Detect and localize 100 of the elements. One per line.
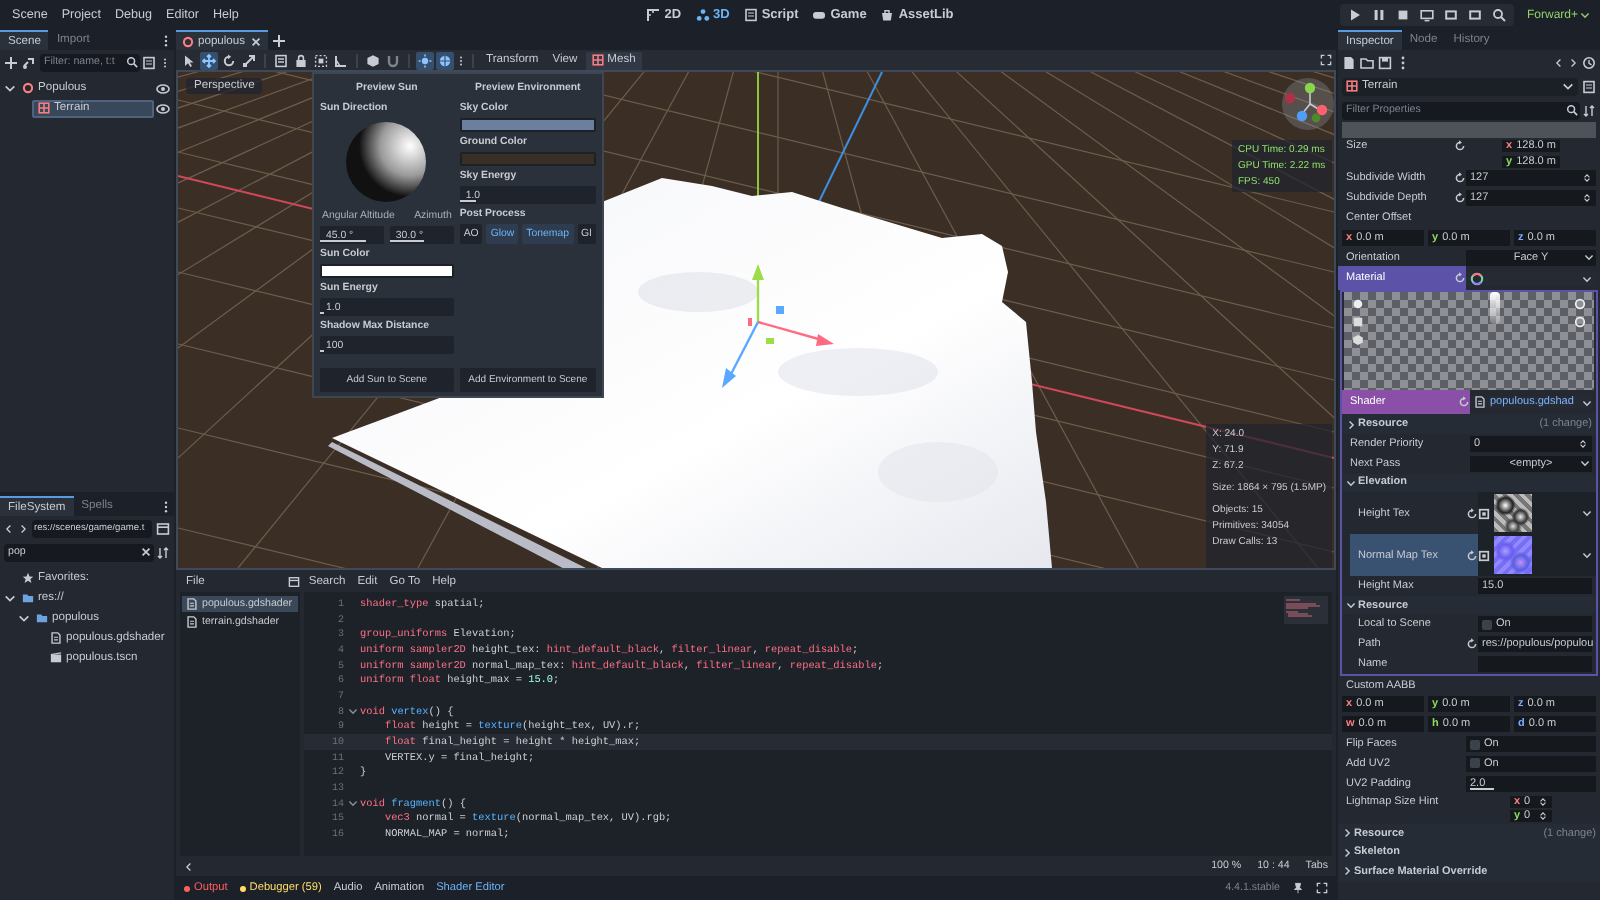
file-icon	[186, 616, 198, 628]
group-icon	[314, 53, 328, 67]
spinner-icon[interactable]	[1582, 192, 1592, 205]
expand-icon[interactable]	[1320, 54, 1332, 66]
text-field[interactable]	[1478, 655, 1592, 672]
sort-icon[interactable]	[156, 545, 170, 559]
fold-caret-icon[interactable]	[347, 798, 357, 809]
gamepad-icon	[812, 8, 827, 22]
snap-icon	[386, 53, 400, 67]
load-icon[interactable]	[1478, 549, 1490, 562]
revert-icon[interactable]	[1454, 172, 1466, 185]
plus-icon[interactable]	[271, 33, 286, 47]
caret-icon	[1580, 458, 1590, 469]
light-icon[interactable]	[1574, 316, 1586, 329]
layout-icon[interactable]	[156, 521, 170, 535]
stop-icon[interactable]	[1396, 8, 1411, 22]
forward-icon[interactable]	[1568, 55, 1578, 69]
history-icon[interactable]	[1582, 55, 1596, 69]
file-icon	[1474, 396, 1486, 409]
back-icon[interactable]	[1554, 55, 1564, 69]
caret-icon[interactable]	[18, 612, 30, 624]
caret-icon[interactable]	[1582, 508, 1592, 519]
menu-icon[interactable]	[160, 33, 172, 47]
list-icon	[274, 53, 288, 67]
toolbar-button[interactable]	[416, 51, 434, 69]
load-icon[interactable]	[1478, 507, 1490, 520]
toolbar-button[interactable]	[364, 51, 382, 69]
link-icon[interactable]	[22, 55, 36, 69]
lock-icon	[294, 53, 308, 67]
toolbar-button[interactable]	[180, 51, 198, 69]
bag-icon	[880, 8, 895, 22]
menu-icon[interactable]	[160, 499, 172, 513]
revert-icon[interactable]	[1466, 549, 1478, 562]
color-swatch[interactable]	[459, 118, 596, 132]
eye-icon[interactable]	[156, 101, 170, 115]
caret-icon[interactable]	[4, 592, 16, 604]
script-icon[interactable]	[1582, 79, 1596, 93]
pause-icon[interactable]	[1372, 8, 1387, 22]
material-icon	[1470, 271, 1484, 286]
caret-icon	[1580, 10, 1590, 20]
back-icon[interactable]	[4, 521, 14, 535]
orientation-gizmo[interactable]	[1282, 78, 1334, 130]
rotate-icon	[222, 53, 236, 67]
fold-caret-icon[interactable]	[347, 706, 357, 717]
texture-thumbnail[interactable]	[1494, 494, 1532, 533]
mesh-icon	[591, 54, 604, 66]
cube-icon[interactable]	[1352, 334, 1364, 347]
expand-icon[interactable]	[1316, 882, 1328, 894]
folder-icon[interactable]	[1360, 55, 1374, 69]
spinner-icon[interactable]	[1538, 795, 1549, 808]
script-icon	[743, 8, 758, 22]
nodes-icon	[695, 8, 710, 22]
select-icon	[182, 53, 196, 67]
highlight-shape	[1490, 292, 1500, 325]
texture-thumbnail[interactable]	[1494, 536, 1532, 575]
environment-icon	[438, 53, 452, 67]
close-icon[interactable]	[249, 35, 262, 47]
revert-icon[interactable]	[1454, 272, 1466, 285]
clapperboard-icon	[50, 652, 62, 664]
search-icon[interactable]	[1492, 8, 1507, 22]
color-swatch[interactable]	[459, 152, 596, 166]
light-icon[interactable]	[1352, 298, 1364, 311]
plus-icon[interactable]	[4, 55, 18, 69]
back-icon[interactable]	[184, 859, 194, 873]
sun-direction-sphere[interactable]	[346, 122, 427, 202]
caret-icon[interactable]	[1582, 550, 1592, 561]
revert-icon[interactable]	[1466, 638, 1478, 651]
revert-icon[interactable]	[1454, 192, 1466, 205]
menu-icon[interactable]	[1396, 55, 1410, 69]
spinner-icon[interactable]	[1578, 437, 1588, 450]
pin-icon[interactable]	[1292, 882, 1304, 894]
toolbar-button[interactable]	[200, 51, 218, 69]
eye-icon[interactable]	[156, 81, 170, 95]
spinner-icon[interactable]	[1582, 172, 1592, 185]
save-icon[interactable]	[1378, 55, 1392, 69]
circle-icon	[22, 82, 34, 94]
toolbar-button[interactable]	[292, 51, 310, 69]
forward-icon[interactable]	[18, 521, 28, 535]
monitor-icon[interactable]	[1420, 8, 1435, 22]
caret-icon	[1581, 397, 1592, 408]
resource-picker[interactable]	[1466, 271, 1596, 286]
copy-icon[interactable]	[288, 575, 301, 587]
sun-icon	[418, 53, 432, 67]
revert-icon[interactable]	[1454, 140, 1466, 152]
file-icon	[50, 632, 62, 644]
light-icon[interactable]	[1574, 298, 1586, 311]
revert-icon[interactable]	[1466, 507, 1478, 520]
toolbar-button[interactable]	[436, 51, 454, 69]
caret-icon	[1562, 80, 1574, 92]
play-icon[interactable]	[1348, 8, 1363, 22]
color-swatch[interactable]	[320, 264, 454, 278]
script-icon[interactable]	[142, 55, 156, 69]
spinner-icon[interactable]	[1538, 810, 1549, 823]
scale-icon	[242, 53, 256, 67]
ruler-icon	[646, 8, 661, 22]
toolbar-button[interactable]	[384, 51, 402, 69]
caret-icon[interactable]	[4, 82, 16, 94]
sort-icon[interactable]	[1582, 103, 1596, 117]
new-file-icon[interactable]	[1342, 55, 1356, 69]
mesh-icon	[1346, 80, 1358, 92]
